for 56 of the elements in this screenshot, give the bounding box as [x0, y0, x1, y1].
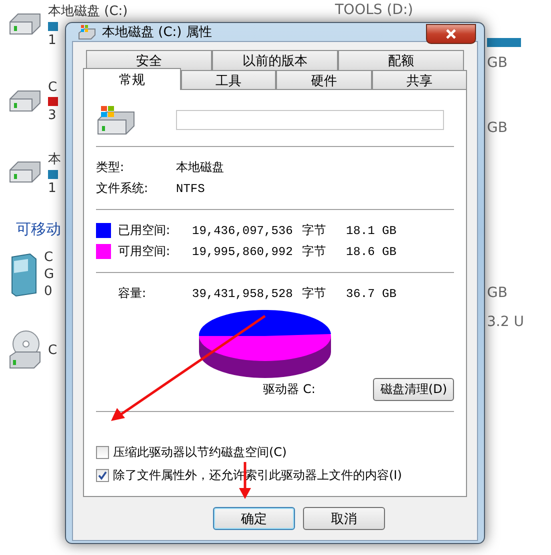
- drive-name: C: [48, 80, 58, 95]
- group-heading: 可移动: [16, 220, 61, 239]
- drive-name: C: [48, 342, 58, 358]
- file-system-value: NTFS: [176, 182, 206, 196]
- tab[interactable]: 配额: [338, 50, 464, 70]
- type-value: 本地磁盘: [176, 159, 225, 176]
- size-value: 36.7 GB: [346, 286, 398, 300]
- drive-size: 1: [48, 33, 58, 48]
- drive-label: 驱动器 C:: [263, 381, 316, 398]
- tab[interactable]: 常规: [83, 68, 181, 90]
- checkbox[interactable]: [96, 469, 109, 482]
- drive-text: TOOLS (D:): [335, 2, 414, 18]
- byte-count: 19,995,860,992: [192, 244, 294, 258]
- drive-text: GB: [487, 285, 508, 301]
- tab[interactable]: 共享: [372, 70, 467, 90]
- drive-text: GB: [487, 120, 508, 136]
- close-button[interactable]: [426, 24, 476, 44]
- tab[interactable]: 以前的版本: [212, 50, 338, 70]
- unit-label: 字节: [302, 222, 327, 239]
- window-title: 本地磁盘 (C:) 属性: [102, 24, 212, 41]
- unit-label: 字节: [302, 243, 327, 260]
- disk-cleanup-button[interactable]: 磁盘清理(D): [373, 378, 454, 401]
- cd-drive-icon: [8, 330, 42, 370]
- cancel-button[interactable]: 取消: [303, 507, 385, 530]
- close-icon: [445, 29, 457, 39]
- drive-text: 3.2 U: [487, 314, 524, 330]
- hard-drive-icon: [8, 88, 42, 114]
- ok-button[interactable]: 确定: [213, 507, 295, 530]
- hard-drive-icon: [96, 104, 136, 136]
- drive-size: 0: [44, 284, 54, 299]
- drive-size: 1: [48, 181, 58, 196]
- checkbox-label: 压缩此驱动器以节约磁盘空间(C): [113, 444, 287, 461]
- byte-count: 19,436,097,536: [192, 224, 294, 238]
- drive-name: C: [44, 250, 54, 265]
- space-label: 可用空间:: [118, 243, 172, 260]
- drive-name: 本: [48, 151, 61, 168]
- space-label: 已用空间:: [118, 222, 172, 239]
- unit-label: 字节: [302, 285, 327, 302]
- drive-name: 本地磁盘 (C:): [48, 3, 128, 20]
- size-value: 18.6 GB: [346, 244, 398, 258]
- usage-bar: [487, 38, 521, 47]
- tab[interactable]: 工具: [181, 70, 276, 90]
- drive-type: G: [44, 267, 54, 282]
- tab[interactable]: 安全: [86, 50, 212, 70]
- file-system-label: 文件系统:: [96, 180, 150, 197]
- volume-name-field[interactable]: [176, 110, 444, 130]
- checkbox[interactable]: [96, 446, 109, 459]
- checkbox-label: 除了文件属性外，还允许索引此驱动器上文件的内容(I): [113, 467, 402, 484]
- drive-text: GB: [487, 55, 508, 71]
- tab[interactable]: 硬件: [276, 70, 372, 90]
- drive-size: 3: [48, 108, 58, 123]
- size-value: 18.1 GB: [346, 224, 398, 238]
- byte-count: 39,431,958,528: [192, 286, 294, 300]
- type-label: 类型:: [96, 159, 126, 176]
- drive-icon: [78, 24, 96, 40]
- capacity-label: 容量:: [118, 285, 148, 302]
